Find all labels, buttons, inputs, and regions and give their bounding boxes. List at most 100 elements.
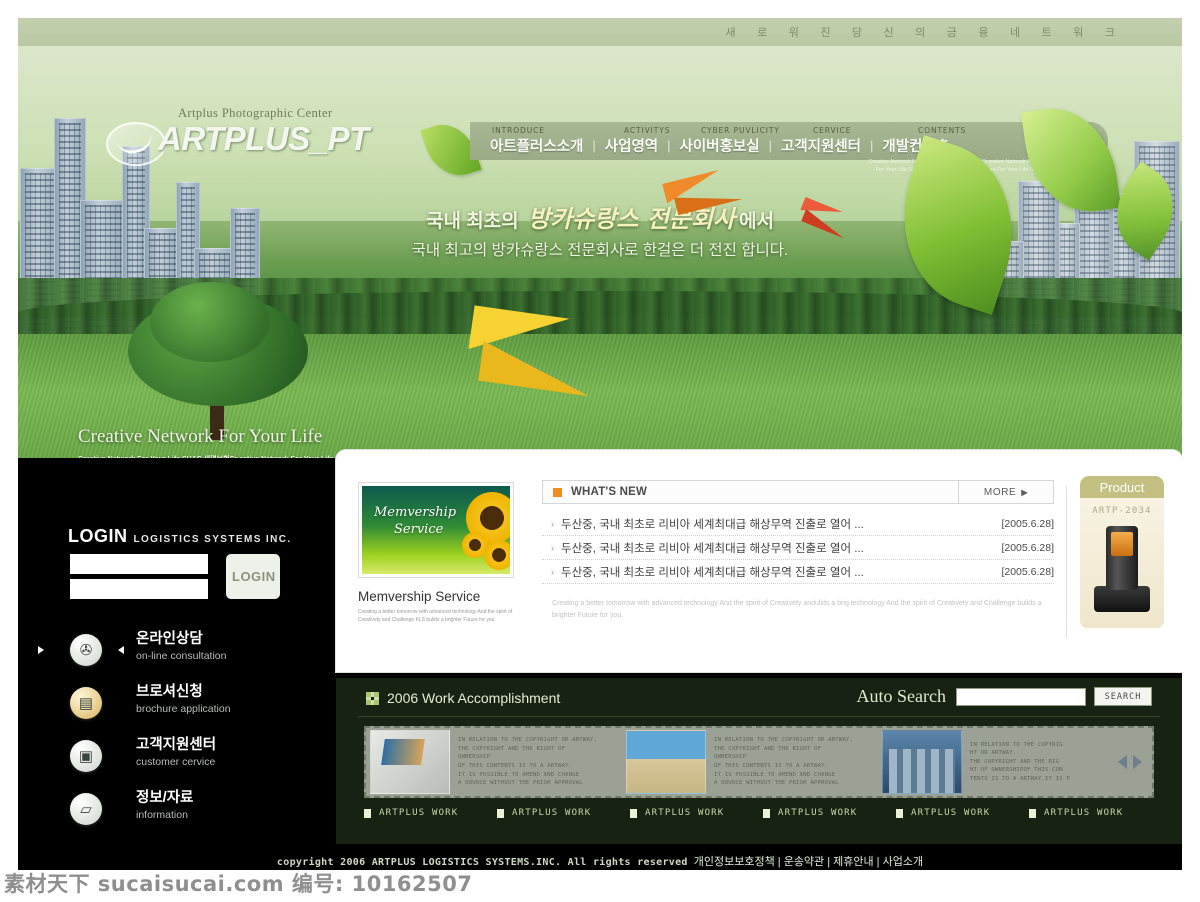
- left-arrow-icon[interactable]: [1118, 755, 1127, 769]
- work-divider: [358, 716, 1160, 717]
- whats-new-panel: WHAT'S NEW MORE ▶ › 두산중, 국내 최초로 리비아 세계최대급…: [542, 480, 1054, 622]
- news-date: [2005.6.28]: [1001, 541, 1054, 554]
- sidebar-item-online-consultation[interactable]: ✇ 온라인상담 on-line consultation: [38, 630, 320, 683]
- sidebar-item-information[interactable]: ▱ 정보/자료 information: [70, 789, 320, 842]
- auto-search: Auto Search SEARCH: [857, 686, 1152, 707]
- news-date: [2005.6.28]: [1001, 565, 1054, 578]
- card-divider: [1066, 486, 1067, 638]
- work-tag[interactable]: ARTPLUS WORK: [1029, 808, 1162, 818]
- work-items-strip: IN RELATION TO THE COPYRIGHT OR ARTWAY. …: [364, 726, 1154, 798]
- list-item[interactable]: › 두산중, 국내 최초로 리비아 세계최대급 해상무역 진출로 열어 ... …: [542, 536, 1054, 560]
- nav-en-cervice: CERVICE: [813, 126, 852, 135]
- watermark: 素材天下 sucaisucai.com 编号: 10162507: [4, 872, 473, 896]
- top-strip: 새 로 워 진 당 신 의 금 융 네 트 워 크: [18, 18, 1182, 46]
- whats-new-header: WHAT'S NEW MORE ▶: [542, 480, 1054, 504]
- membership-caption-line2: Service: [394, 522, 444, 537]
- laptop-thumb: [370, 730, 450, 794]
- whats-new-list: › 두산중, 국내 최초로 리비아 세계최대급 해상무역 진출로 열어 ... …: [542, 512, 1054, 584]
- sidebar-item-label-kr: 정보/자료: [136, 790, 194, 806]
- sidebar-item-text: 브로셔신청 brochure application: [136, 683, 231, 717]
- login-fields: [70, 554, 208, 604]
- work-item[interactable]: IN RELATION TO THE COPYRIG HT OR ARTWAY.…: [878, 729, 1112, 795]
- nav-en-activitys: ACTIVITYS: [624, 126, 671, 135]
- work-tag-label: ARTPLUS WORK: [512, 808, 592, 818]
- sidebar-item-label-kr: 브로셔신청: [136, 684, 203, 700]
- headline-suffix: 에서: [739, 211, 774, 232]
- beach-thumb: [626, 730, 706, 794]
- nav-item-activitys[interactable]: 사업영역: [605, 135, 658, 156]
- top-tagline: 새 로 워 진 당 신 의 금 융 네 트 워 크: [725, 26, 1124, 39]
- nav-item-cyber-publicity[interactable]: 사이버홍보실: [680, 135, 760, 156]
- tag-square-icon: [763, 808, 770, 818]
- work-tag[interactable]: ARTPLUS WORK: [896, 808, 1029, 818]
- sidebar-item-brochure-application[interactable]: ▤ 브로셔신청 brochure application: [70, 683, 320, 736]
- login-id-input[interactable]: [70, 554, 208, 574]
- product-code: ARTP-2034: [1092, 506, 1152, 516]
- work-tag[interactable]: ARTPLUS WORK: [497, 808, 630, 818]
- work-item[interactable]: IN RELATION TO THE COPYRIGHT OR ARTWAY. …: [366, 729, 622, 795]
- work-header: 2006 Work Accomplishment: [366, 690, 560, 706]
- whats-new-blurb: Creating a better tomorrow with advanced…: [552, 600, 1042, 619]
- main-navigation: INTRODUCE ACTIVITYS CYBER PUVLICITY CERV…: [470, 122, 1108, 160]
- bullet-arrow-icon: ›: [551, 518, 554, 529]
- membership-panel[interactable]: Memvership Service Memvership Service Cr…: [358, 482, 514, 624]
- whats-new-title: WHAT'S NEW: [571, 486, 648, 498]
- work-item[interactable]: IN RELATION TO THE COPYRIGHT OR ARTWAY. …: [622, 729, 878, 795]
- yellow-paper-plane: [463, 305, 604, 408]
- bullet-arrow-icon: ›: [551, 542, 554, 553]
- hero-banner: Artplus Photographic Center ARTPLUS_PT I…: [18, 46, 1182, 476]
- sidebar-item-customer-service[interactable]: ▣ 고객지원센터 customer cervice: [70, 736, 320, 789]
- work-item-copy: IN RELATION TO THE COPYRIGHT OR ARTWAY. …: [714, 737, 854, 787]
- nav-en-cyber: CYBER PUVLICITY: [701, 126, 780, 135]
- logo-subtitle: Artplus Photographic Center: [178, 106, 333, 120]
- news-text: 두산중, 국내 최초로 리비아 세계최대급 해상무역 진출로 열어 ...: [561, 566, 864, 579]
- left-sidebar: LOGIN LOGISTICS SYSTEMS INC. LOGIN ✇ 온라인상…: [18, 458, 336, 870]
- work-tag[interactable]: ARTPLUS WORK: [630, 808, 763, 818]
- sidebar-item-text: 고객지원센터 customer cervice: [136, 736, 216, 770]
- membership-body: Creating a better tomorrow with advanced…: [358, 609, 513, 623]
- work-accomplishment-section: 2006 Work Accomplishment Auto Search SEA…: [336, 678, 1182, 844]
- chevron-right-icon: ▶: [1021, 487, 1029, 497]
- list-item[interactable]: › 두산중, 국내 최초로 리비아 세계최대급 해상무역 진출로 열어 ... …: [542, 560, 1054, 584]
- nav-korean-row: 아트플러스소개 | 사업영역 | 사이버홍보실 | 고객지원센터 | 개발컨텐츠: [490, 135, 1100, 156]
- documents-icon: ▱: [70, 793, 102, 825]
- search-button[interactable]: SEARCH: [1094, 687, 1152, 706]
- nav-item-cervice[interactable]: 고객지원센터: [781, 135, 861, 156]
- work-tag-label: ARTPLUS WORK: [1044, 808, 1124, 818]
- sidebar-item-label-en: information: [136, 809, 188, 821]
- headline-prefix: 국내 최초의: [425, 211, 524, 232]
- sidebar-menu: ✇ 온라인상담 on-line consultation ▤ 브로셔신청 bro…: [38, 630, 320, 842]
- tag-square-icon: [630, 808, 637, 818]
- news-text: 두산중, 국내 최초로 리비아 세계최대급 해상무역 진출로 열어 ...: [561, 542, 864, 555]
- creative-network-title: Creative Network For Your Life: [78, 426, 323, 447]
- work-item-copy: IN RELATION TO THE COPYRIG HT OR ARTWAY.…: [970, 741, 1070, 782]
- footer-links[interactable]: 개인정보보호정책 | 운송약관 | 제휴안내 | 사업소개: [688, 856, 923, 868]
- city-thumb: [882, 730, 962, 794]
- orange-square-icon: [553, 487, 562, 497]
- membership-image: Memvership Service: [358, 482, 514, 578]
- login-password-input[interactable]: [70, 579, 208, 599]
- work-tag[interactable]: ARTPLUS WORK: [763, 808, 896, 818]
- login-subtitle: LOGISTICS SYSTEMS INC.: [133, 534, 292, 545]
- book-icon: ▤: [70, 687, 102, 719]
- tree-crown-highlight: [150, 282, 270, 362]
- headset-icon: ▣: [70, 740, 102, 772]
- search-input[interactable]: [956, 687, 1086, 706]
- tag-square-icon: [497, 808, 504, 818]
- sidebar-item-text: 온라인상담 on-line consultation: [136, 630, 226, 664]
- product-tab-label: Product: [1080, 476, 1164, 498]
- right-arrow-icon[interactable]: [1133, 755, 1142, 769]
- site-frame: 새 로 워 진 당 신 의 금 융 네 트 워 크 Artplus Photog…: [18, 18, 1182, 870]
- more-button[interactable]: MORE ▶: [958, 481, 1053, 503]
- nav-item-introduce[interactable]: 아트플러스소개: [490, 135, 583, 156]
- big-tree: [128, 282, 308, 441]
- login-button[interactable]: LOGIN: [226, 554, 280, 599]
- membership-title: Memvership Service: [358, 589, 481, 604]
- grid-icon: [366, 691, 379, 705]
- membership-caption-line1: Memvership: [374, 505, 457, 520]
- list-item[interactable]: › 두산중, 국내 최초로 리비아 세계최대급 해상무역 진출로 열어 ... …: [542, 512, 1054, 536]
- product-panel[interactable]: Product ARTP-2034: [1080, 476, 1164, 628]
- work-tag[interactable]: ARTPLUS WORK: [364, 808, 497, 818]
- swirl-logo-icon: [106, 122, 166, 166]
- site-logo[interactable]: Artplus Photographic Center ARTPLUS_PT: [96, 106, 426, 168]
